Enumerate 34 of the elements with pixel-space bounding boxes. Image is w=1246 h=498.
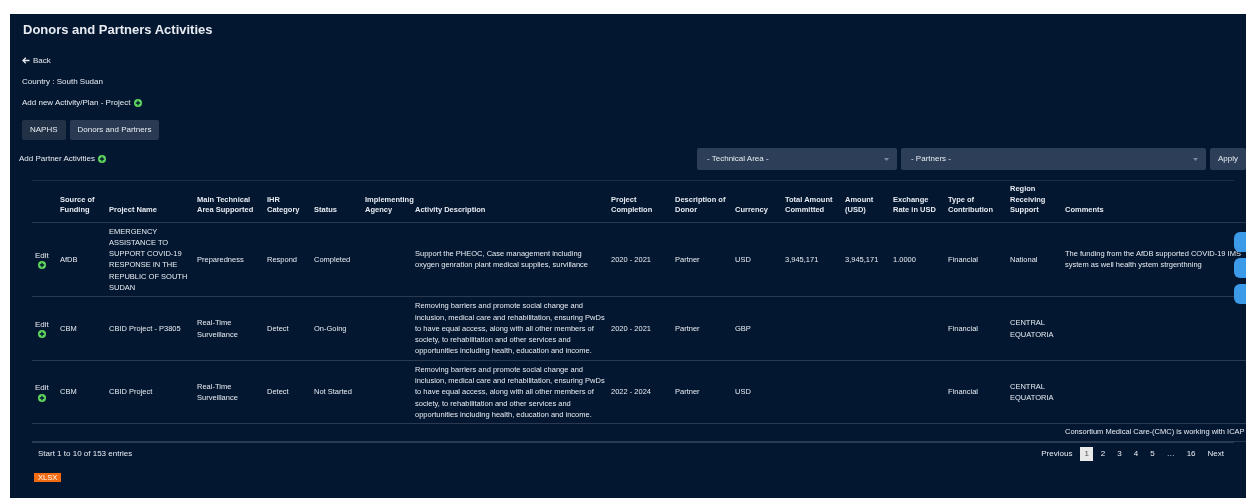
edit-link[interactable]: Edit [35, 318, 49, 339]
add-icon [133, 98, 142, 107]
floating-tool-icon[interactable] [1234, 258, 1246, 278]
add-icon [37, 393, 46, 402]
caret-icon [884, 157, 889, 161]
left-arrow-icon [22, 57, 30, 64]
tab[interactable]: NAPHS [22, 120, 66, 140]
page-title: Donors and Partners Activities [23, 21, 214, 39]
floating-tool-icon[interactable] [1234, 232, 1246, 252]
add-icon [37, 330, 46, 339]
page-button[interactable]: 5 [1146, 446, 1159, 461]
tab[interactable]: Donors and Partners [69, 120, 160, 140]
edit-link[interactable]: Edit [35, 249, 49, 270]
floating-tool-icon[interactable] [1234, 284, 1246, 304]
add-partner-link[interactable]: Add Partner Activities [19, 153, 107, 165]
filter-select[interactable]: - Technical Area - [697, 148, 897, 170]
next-page-button[interactable]: Next [1203, 446, 1228, 461]
page-button[interactable]: 3 [1113, 446, 1126, 461]
apply-button[interactable]: Apply [1210, 148, 1246, 170]
page-button[interactable]: 16 [1182, 446, 1200, 461]
edit-link[interactable]: Edit [35, 382, 49, 402]
filter-select[interactable]: - Partners - [901, 148, 1206, 170]
page-button[interactable]: … [1162, 446, 1179, 461]
entries-info: Start 1 to 10 of 153 entries [38, 447, 133, 460]
page-button[interactable]: 4 [1129, 446, 1143, 461]
country-label: Country : South Sudan [22, 75, 103, 88]
add-icon [98, 155, 107, 163]
caret-icon [1193, 157, 1198, 161]
back-link[interactable]: Back [22, 54, 51, 67]
page-button[interactable]: 2 [1096, 446, 1110, 461]
page-button[interactable]: 1 [1080, 446, 1093, 461]
add-activity-link[interactable]: Add new Activity/Plan - Project [22, 96, 142, 109]
previous-page-button[interactable]: Previous [1037, 446, 1077, 461]
add-icon [37, 261, 46, 270]
